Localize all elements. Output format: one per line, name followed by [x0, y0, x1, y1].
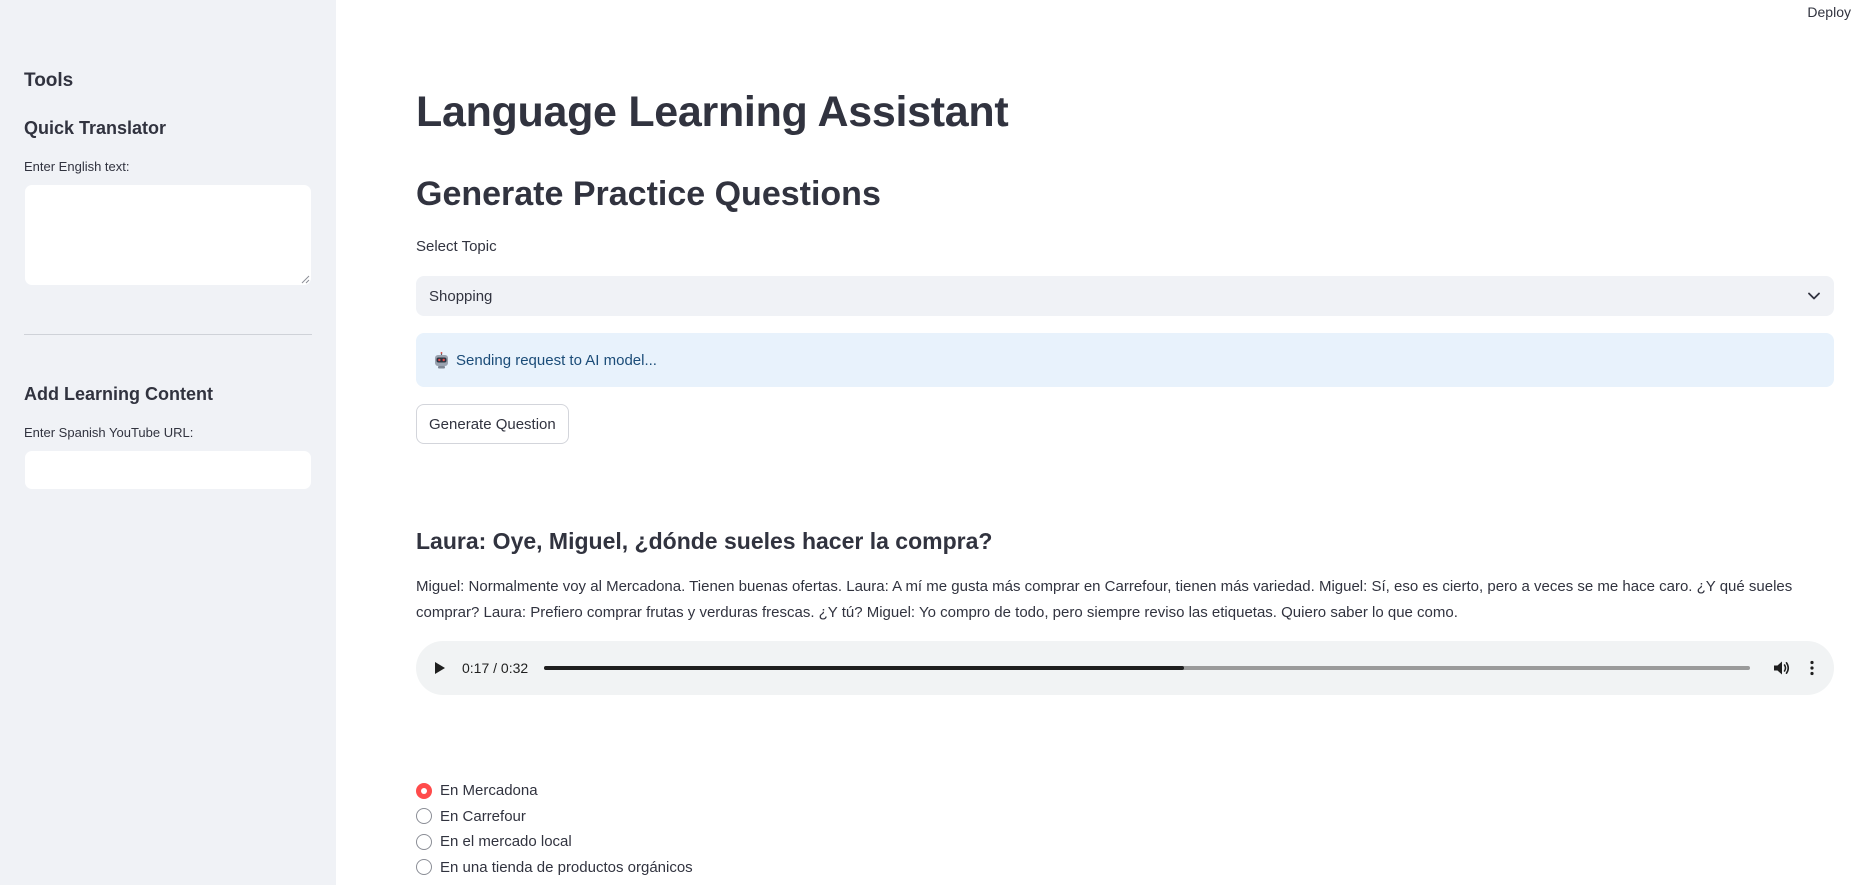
english-text-label: Enter English text:	[24, 159, 130, 174]
answer-option[interactable]: En Mercadona	[416, 778, 693, 804]
answer-option[interactable]: En el mercado local	[416, 829, 693, 855]
answer-option[interactable]: En Carrefour	[416, 804, 693, 830]
robot-icon	[433, 351, 450, 369]
info-message: Sending request to AI model...	[456, 351, 657, 369]
quick-translator-heading: Quick Translator	[24, 118, 167, 138]
play-icon[interactable]	[434, 660, 450, 676]
answer-option-label: En una tienda de productos orgánicos	[440, 858, 693, 876]
more-options-icon[interactable]	[1804, 658, 1820, 678]
question-title: Laura: Oye, Miguel, ¿dónde sueles hacer …	[416, 528, 993, 554]
audio-time: 0:17 / 0:32	[462, 660, 529, 676]
answer-options: En Mercadona En Carrefour En el mercado …	[416, 778, 693, 880]
chevron-down-icon	[1807, 289, 1821, 303]
section-title: Generate Practice Questions	[416, 175, 881, 213]
answer-option[interactable]: En una tienda de productos orgánicos	[416, 855, 693, 881]
audio-player: 0:17 / 0:32	[416, 641, 1834, 695]
answer-option-label: En Mercadona	[440, 782, 538, 800]
radio-button-selected[interactable]	[416, 782, 432, 799]
main-content: Language Learning Assistant Generate Pra…	[416, 0, 1834, 885]
topic-select[interactable]: Shopping	[416, 276, 1834, 316]
audio-progress-track[interactable]	[544, 666, 1750, 670]
answer-option-label: En el mercado local	[440, 833, 572, 851]
sidebar-divider	[24, 334, 312, 335]
sidebar: Tools Quick Translator Enter English tex…	[0, 0, 336, 885]
radio-button[interactable]	[416, 859, 432, 876]
radio-button[interactable]	[416, 833, 432, 850]
generate-question-button[interactable]: Generate Question	[416, 404, 569, 444]
add-learning-content-heading: Add Learning Content	[24, 384, 213, 404]
topic-select-value: Shopping	[429, 287, 493, 305]
english-text-input[interactable]	[24, 184, 312, 286]
youtube-url-label: Enter Spanish YouTube URL:	[24, 425, 194, 440]
topic-select-label: Select Topic	[416, 238, 497, 255]
question-body: Miguel: Normalmente voy al Mercadona. Ti…	[416, 578, 1793, 621]
audio-progress-fill	[544, 666, 1185, 670]
volume-icon[interactable]	[1772, 658, 1792, 678]
page-title: Language Learning Assistant	[416, 88, 1009, 136]
youtube-url-input[interactable]	[24, 450, 312, 490]
resize-grip-icon[interactable]	[301, 275, 310, 284]
radio-button[interactable]	[416, 808, 432, 825]
sidebar-title: Tools	[24, 70, 74, 91]
answer-option-label: En Carrefour	[440, 807, 526, 825]
info-alert: Sending request to AI model...	[416, 333, 1834, 387]
